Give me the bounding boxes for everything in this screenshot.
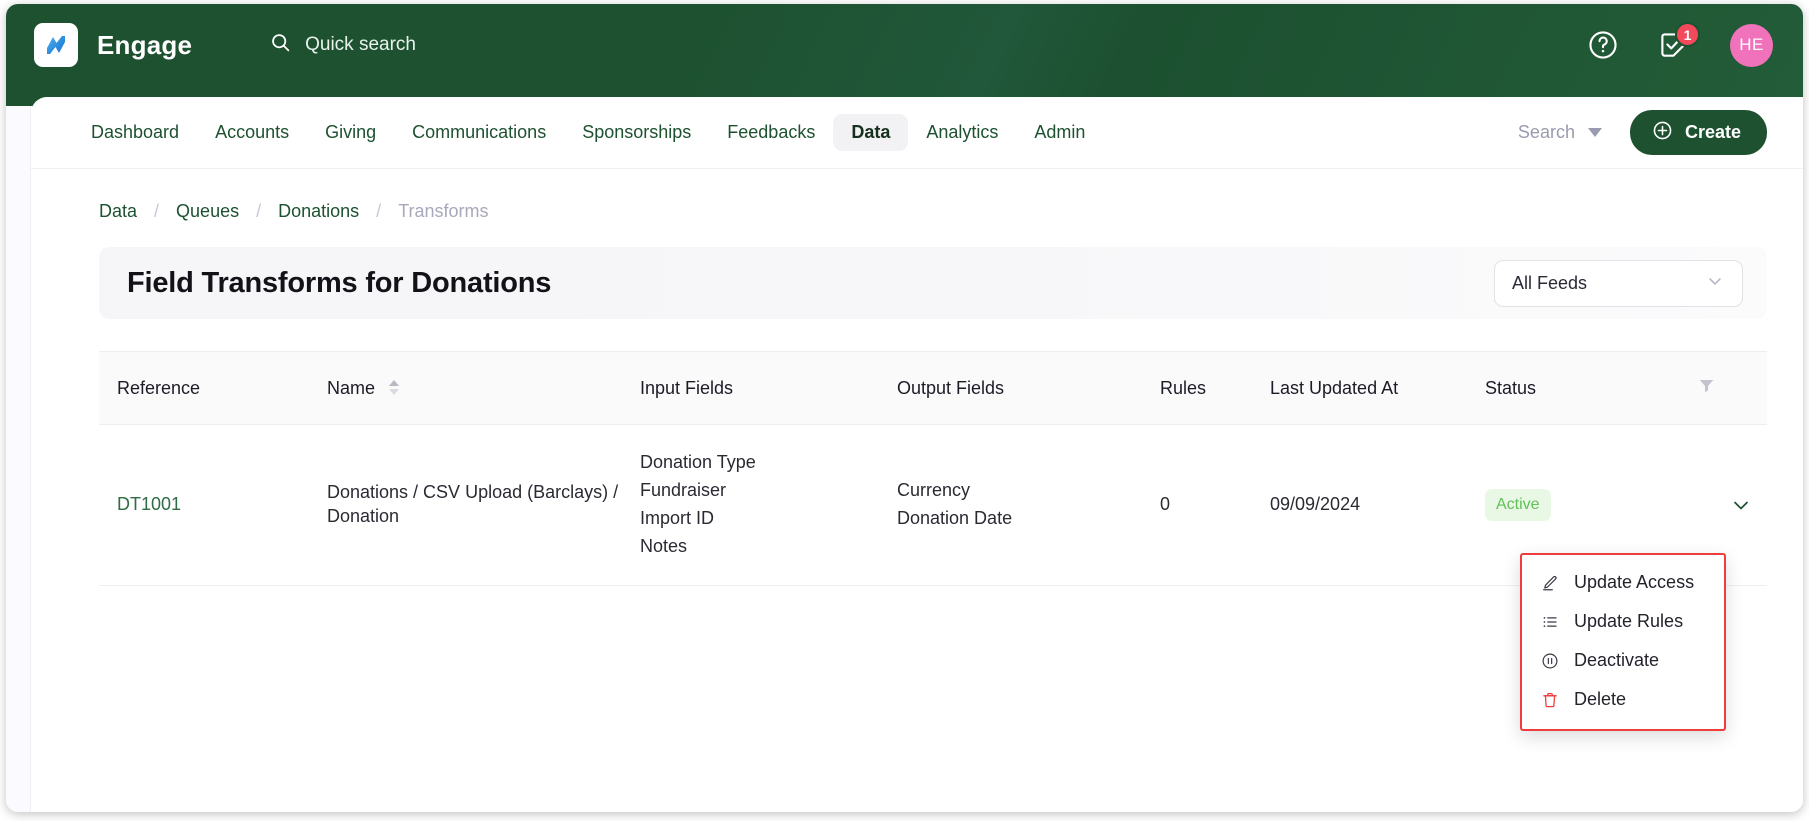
nav-item-feedbacks[interactable]: Feedbacks	[709, 114, 833, 151]
task-check-icon[interactable]: 1	[1656, 22, 1700, 62]
breadcrumb-item-queues[interactable]: Queues	[176, 201, 239, 222]
app-window: Engage Quick search 1 HE Dashboard Accou…	[6, 4, 1803, 812]
search-dropdown-label: Search	[1517, 122, 1575, 142]
column-header-name[interactable]: Name	[327, 351, 640, 425]
column-header-last-updated-at: Last Updated At	[1270, 351, 1485, 425]
input-field-item: Import ID	[640, 507, 715, 528]
chevron-down-icon	[1705, 271, 1725, 296]
table-row[interactable]: DT1001 Donations / CSV Upload (Barclays)…	[99, 424, 1767, 586]
pause-circle-icon	[1540, 652, 1560, 670]
plus-circle-icon	[1652, 120, 1673, 146]
feed-filter-value: All Feeds	[1512, 272, 1588, 293]
column-header-input-fields: Input Fields	[640, 351, 897, 425]
avatar[interactable]: HE	[1730, 23, 1773, 67]
menu-item-label: Delete	[1574, 689, 1627, 709]
column-header-output-fields: Output Fields	[897, 351, 1160, 425]
sort-icon[interactable]	[389, 380, 400, 396]
breadcrumb-separator: /	[376, 201, 382, 221]
nav-item-giving[interactable]: Giving	[307, 114, 394, 151]
cell-input-fields: Donation Type Fundraiser Import ID Notes	[640, 424, 897, 586]
funnel-filter-icon[interactable]	[1697, 351, 1767, 425]
row-action-menu[interactable]: Update Access Update Rules Deactivate De…	[1520, 553, 1726, 731]
menu-item-label: Update Rules	[1574, 611, 1684, 631]
column-header-rules: Rules	[1160, 351, 1270, 425]
nav-item-communications[interactable]: Communications	[394, 114, 564, 151]
output-field-item: Currency	[897, 479, 971, 500]
breadcrumb-separator: /	[154, 201, 160, 221]
column-header-reference: Reference	[99, 351, 327, 425]
column-header-name-label: Name	[327, 377, 376, 398]
nav-right: Search Create	[1518, 110, 1767, 155]
menu-item-update-access[interactable]: Update Access	[1522, 563, 1724, 602]
breadcrumb-separator: /	[256, 201, 262, 221]
cell-output-fields: Currency Donation Date	[897, 424, 1160, 586]
nav-item-sponsorships[interactable]: Sponsorships	[564, 114, 709, 151]
task-badge-count: 1	[1675, 22, 1700, 47]
input-field-item: Notes	[640, 535, 688, 556]
menu-item-delete[interactable]: Delete	[1522, 680, 1724, 719]
row-actions-chevron-down-icon[interactable]	[1729, 493, 1753, 517]
table-header-row: Reference Name Input Fields Output Field…	[99, 351, 1767, 425]
menu-item-label: Deactivate	[1574, 650, 1660, 670]
nav-items: Dashboard Accounts Giving Communications…	[73, 114, 1103, 151]
reference-link[interactable]: DT1001	[117, 494, 181, 514]
search-dropdown[interactable]: Search	[1518, 122, 1602, 143]
search-icon	[270, 32, 291, 59]
quick-search[interactable]: Quick search	[270, 32, 416, 59]
left-rail	[6, 4, 31, 812]
cell-name: Donations / CSV Upload (Barclays) / Dona…	[327, 424, 640, 586]
menu-item-deactivate[interactable]: Deactivate	[1522, 641, 1724, 680]
transforms-table: Reference Name Input Fields Output Field…	[99, 351, 1767, 586]
page-title: Field Transforms for Donations	[127, 266, 552, 299]
nav-item-dashboard[interactable]: Dashboard	[73, 114, 197, 151]
menu-item-label: Update Access	[1574, 572, 1695, 592]
input-field-item: Fundraiser	[640, 479, 727, 500]
chevron-down-icon	[1587, 128, 1602, 137]
cell-reference: DT1001	[99, 424, 327, 586]
breadcrumb-item-donations[interactable]: Donations	[278, 201, 359, 222]
avatar-initials: HE	[1739, 35, 1764, 54]
nav-item-analytics[interactable]: Analytics	[908, 114, 1016, 151]
create-button-label: Create	[1684, 122, 1741, 142]
list-icon	[1540, 613, 1560, 631]
nav-item-data[interactable]: Data	[833, 114, 909, 151]
breadcrumb: Data / Queues / Donations / Transforms	[31, 169, 1803, 222]
help-circle-icon[interactable]	[1586, 28, 1620, 62]
cell-rules: 0	[1160, 424, 1270, 586]
brand-title: Engage	[97, 29, 193, 60]
engage-logo-icon[interactable]	[34, 23, 78, 67]
feed-filter-select[interactable]: All Feeds	[1494, 259, 1743, 307]
breadcrumb-item-transforms: Transforms	[398, 201, 489, 221]
trash-icon	[1540, 691, 1560, 709]
menu-item-update-rules[interactable]: Update Rules	[1522, 602, 1724, 641]
top-bar: Engage Quick search 1 HE	[6, 4, 1803, 106]
output-field-item: Donation Date	[897, 507, 1013, 528]
quick-search-label: Quick search	[305, 34, 416, 55]
title-band: Field Transforms for Donations All Feeds	[99, 247, 1767, 319]
cell-last-updated-at: 09/09/2024	[1270, 424, 1485, 586]
breadcrumb-item-data[interactable]: Data	[99, 201, 137, 222]
pencil-icon	[1540, 574, 1560, 592]
nav-item-accounts[interactable]: Accounts	[197, 114, 307, 151]
main-nav: Dashboard Accounts Giving Communications…	[31, 97, 1803, 169]
create-button[interactable]: Create	[1629, 110, 1767, 155]
status-badge: Active	[1485, 488, 1551, 521]
column-header-status: Status	[1485, 351, 1697, 425]
input-field-item: Donation Type	[640, 452, 756, 472]
nav-item-admin[interactable]: Admin	[1016, 114, 1103, 151]
